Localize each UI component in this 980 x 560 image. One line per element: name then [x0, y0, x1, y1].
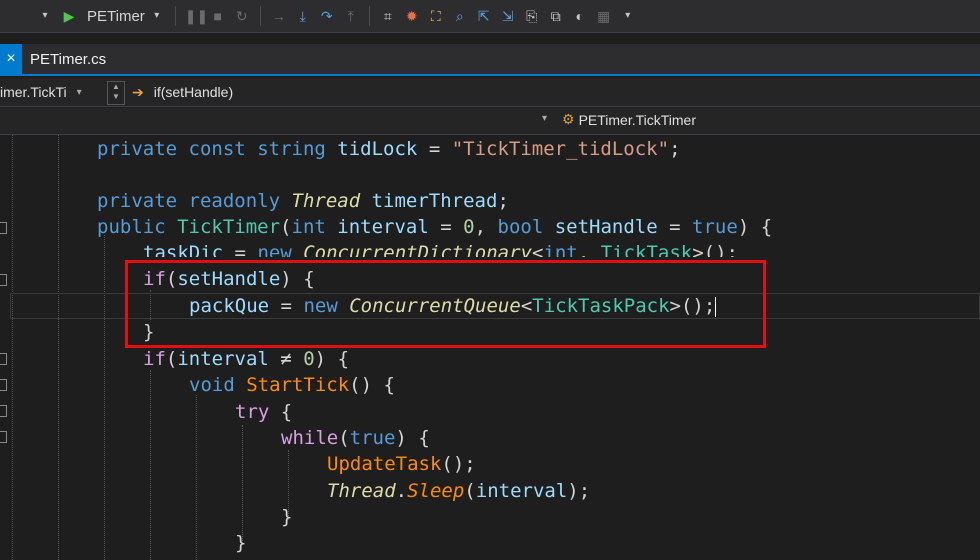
toolbar-separator: [259, 6, 261, 26]
chevron-down-icon: ▾: [76, 86, 82, 98]
class-icon: ⚙: [562, 111, 575, 127]
indent-guide: [196, 395, 197, 560]
nav-back-icon[interactable]: ⇱: [475, 7, 493, 25]
class-combo[interactable]: ⚙ PETimer.TickTimer: [562, 111, 696, 128]
stop-icon[interactable]: ■: [209, 7, 227, 25]
toolbar-overflow-icon[interactable]: ▾: [619, 7, 637, 25]
fold-marker-icon[interactable]: [0, 353, 7, 365]
fold-marker-icon[interactable]: [0, 431, 7, 443]
fold-marker-icon[interactable]: [0, 405, 7, 417]
annotation-highlight-box: [125, 260, 766, 348]
code-line: private readonly Thread timerThread;: [97, 190, 509, 212]
code-line: UpdateTask();: [327, 453, 476, 475]
tab-petimer-cs[interactable]: × PETimer.cs: [0, 44, 107, 74]
arrow-right-icon: ➔: [132, 83, 144, 100]
find-icon[interactable]: ⌕: [451, 7, 469, 25]
breakpoint-icon[interactable]: ⛶: [427, 7, 445, 25]
code-line: try {: [235, 401, 293, 423]
class-combo-label: PETimer.TickTimer: [578, 111, 697, 128]
debug-toolbar: ▾ ▶ PETimer ▾ ❚❚ ■ ↻ → ⤓ ↷ ⤒ ⌗ ✹ ⛶ ⌕ ⇱ ⇲…: [0, 0, 980, 33]
indent-guide: [58, 135, 59, 560]
indent-guide: [242, 425, 243, 545]
nav-forward-icon[interactable]: ⇲: [499, 7, 517, 25]
step-into-icon[interactable]: ⤓: [294, 7, 312, 25]
document-tabstrip: × PETimer.cs: [0, 44, 980, 76]
indent-guide: [104, 235, 105, 560]
code-line: while(true) {: [281, 427, 430, 449]
scroll-stepper[interactable]: ▲ ▼: [107, 81, 125, 105]
tab-label: PETimer.cs: [30, 50, 107, 68]
step-out-icon[interactable]: ⤒: [342, 7, 360, 25]
toolbar-separator: [368, 6, 370, 26]
toolbar-separator: [174, 6, 176, 26]
scope-combo[interactable]: ➔ if(setHandle): [132, 80, 233, 104]
window-icon[interactable]: ⧉: [547, 7, 565, 25]
fold-marker-icon[interactable]: [0, 379, 7, 391]
code-line: if(interval ≠ 0) {: [143, 348, 350, 370]
restart-icon[interactable]: ↻: [233, 7, 251, 25]
chevron-down-icon[interactable]: ▾: [542, 113, 547, 124]
hot-reload-icon[interactable]: ⌗: [379, 7, 397, 25]
diagnostics-icon[interactable]: ✹: [403, 7, 421, 25]
code-line: public TickTimer(int interval = 0, bool …: [97, 216, 773, 238]
step-over-icon[interactable]: ↷: [318, 7, 336, 25]
start-dropdown-icon[interactable]: ▾: [148, 7, 166, 25]
hex-icon[interactable]: ▦: [595, 7, 613, 25]
toggle-icon[interactable]: ◐: [571, 7, 589, 25]
member-combo[interactable]: imer.TickTi ▾: [0, 80, 104, 104]
code-line: }: [235, 532, 247, 554]
dropdown-icon[interactable]: ▾: [36, 7, 54, 25]
indent-guide: [12, 135, 13, 560]
indent-guide: [150, 370, 151, 560]
class-navigation-bar: ▾ ⚙ PETimer.TickTimer: [0, 108, 980, 135]
bookmark-icon[interactable]: ⎘: [523, 7, 541, 25]
close-icon[interactable]: ×: [0, 44, 22, 74]
fold-marker-icon[interactable]: [0, 222, 7, 234]
show-next-icon[interactable]: →: [270, 7, 288, 25]
scope-label: if(setHandle): [153, 84, 234, 100]
code-line: void StartTick() {: [189, 374, 395, 396]
member-combo-label: imer.TickTi: [0, 84, 67, 100]
code-line: private const string tidLock = "TickTime…: [97, 138, 681, 160]
fold-marker-icon[interactable]: [0, 274, 7, 286]
play-icon[interactable]: ▶: [60, 7, 78, 25]
pause-icon[interactable]: ❚❚: [185, 7, 208, 25]
code-line: }: [281, 506, 293, 528]
code-line: Thread.Sleep(interval);: [327, 480, 591, 502]
navigation-bar: imer.TickTi ▾ ▲ ▼ ➔ if(setHandle): [0, 78, 980, 107]
start-target-label[interactable]: PETimer: [87, 8, 145, 25]
